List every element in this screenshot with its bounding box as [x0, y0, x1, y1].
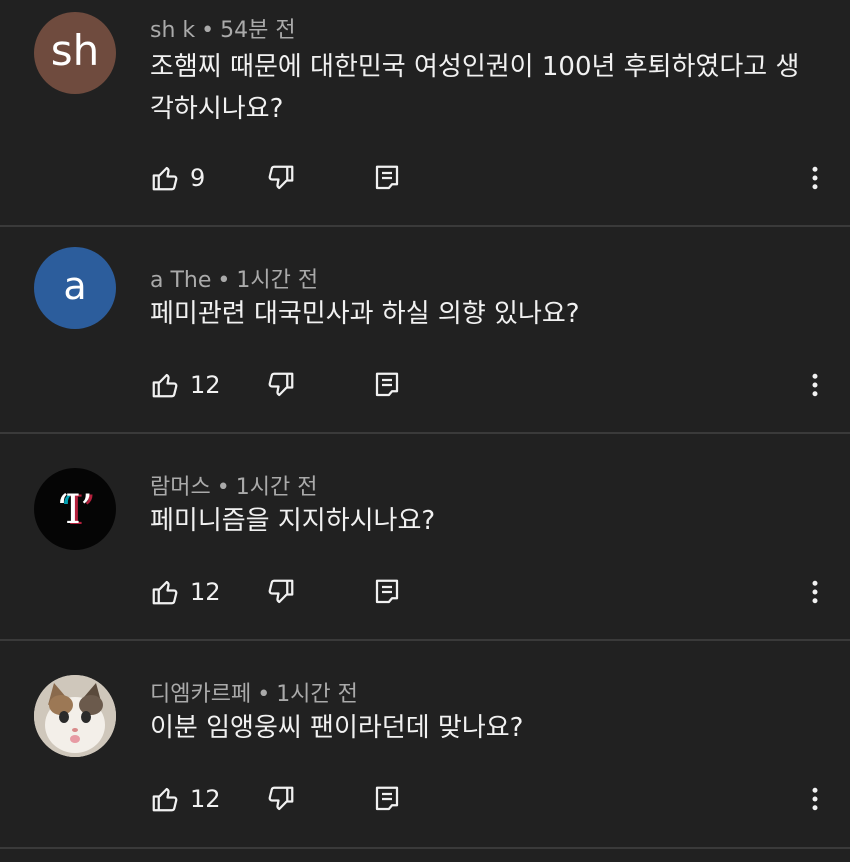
more-vert-icon — [812, 373, 818, 397]
reply-button[interactable] — [372, 779, 402, 819]
author-name[interactable]: a The — [150, 268, 211, 293]
like-button[interactable]: 12 — [150, 365, 221, 405]
comment-time[interactable]: 1시간 전 — [236, 475, 318, 500]
comment-actions: 12 — [150, 572, 850, 612]
thumb-down-icon — [268, 165, 294, 190]
like-count: 9 — [190, 164, 206, 192]
cat-avatar-image — [34, 675, 116, 757]
byline-separator: • — [217, 268, 231, 293]
comment-text: 페미관련 대국민사과 하실 의향 있나요? — [150, 299, 580, 329]
comment-actions: 12 — [150, 779, 850, 819]
avatar-initials: sh — [50, 26, 100, 75]
thumb-up-icon — [152, 580, 178, 605]
avatar[interactable]: sh — [34, 12, 116, 94]
comment-byline: 람머스 • 1시간 전 — [150, 469, 317, 501]
reply-button[interactable] — [372, 158, 402, 198]
comment-byline: 디엠카르페 • 1시간 전 — [150, 676, 358, 708]
reply-icon — [375, 165, 399, 190]
dislike-button[interactable] — [266, 779, 296, 819]
thumb-down-icon — [268, 579, 294, 604]
author-name[interactable]: sh k — [150, 18, 195, 43]
dislike-button[interactable] — [266, 158, 296, 198]
comment-byline: sh k • 54분 전 — [150, 12, 296, 44]
more-options-button[interactable] — [800, 365, 830, 405]
like-button[interactable]: 9 — [150, 158, 205, 198]
like-button[interactable]: 12 — [150, 572, 221, 612]
byline-separator: • — [257, 682, 271, 707]
author-name[interactable]: 람머스 — [150, 475, 211, 500]
reply-icon — [375, 372, 399, 397]
comment-item: a a The • 1시간 전 페미관련 대국민사과 하실 의향 있나요? 12 — [0, 227, 850, 434]
thumb-up-icon — [152, 787, 178, 812]
like-count: 12 — [190, 578, 221, 606]
thumb-down-icon — [268, 372, 294, 397]
author-name[interactable]: 디엠카르페 — [150, 682, 251, 707]
reply-button[interactable] — [372, 572, 402, 612]
svg-text:‘: ‘ — [56, 487, 69, 533]
thumb-up-icon — [152, 373, 178, 398]
more-vert-icon — [812, 787, 818, 811]
thumb-up-icon — [152, 166, 178, 191]
comment-time[interactable]: 1시간 전 — [276, 682, 358, 707]
reply-icon — [375, 786, 399, 811]
more-options-button[interactable] — [800, 158, 830, 198]
comment-item: ‘ ’ I I ‘ ’ 람머스 • 1시간 전 페미니즘을 지지하시나요? 12 — [0, 434, 850, 641]
like-count: 12 — [190, 785, 221, 813]
avatar-initials: a — [63, 264, 87, 308]
reply-button[interactable] — [372, 365, 402, 405]
comment-text: 페미니즘을 지지하시나요? — [150, 506, 436, 536]
comment-actions: 12 — [150, 365, 850, 405]
comment-text: 조햄찌 때문에 대한민국 여성인권이 100년 후퇴하였다고 생각하시나요? — [150, 52, 800, 124]
like-button[interactable]: 12 — [150, 779, 221, 819]
comment-time[interactable]: 54분 전 — [220, 18, 295, 43]
svg-text:’: ’ — [80, 487, 93, 533]
byline-separator: • — [216, 475, 230, 500]
comment-item: sh sh k • 54분 전 조햄찌 때문에 대한민국 여성인권이 100년 후퇴… — [0, 0, 850, 227]
comment-byline: a The • 1시간 전 — [150, 262, 318, 294]
comment-actions: 9 — [150, 158, 850, 198]
reply-icon — [375, 579, 399, 604]
avatar[interactable]: ‘ ’ I I ‘ ’ — [34, 468, 116, 550]
comment-text: 이분 임앵웅씨 팬이라던데 맞나요? — [150, 713, 524, 743]
avatar[interactable]: a — [34, 247, 116, 329]
more-options-button[interactable] — [800, 779, 830, 819]
avatar[interactable] — [34, 675, 116, 757]
more-vert-icon — [812, 166, 818, 190]
dislike-button[interactable] — [266, 572, 296, 612]
comment-time[interactable]: 1시간 전 — [236, 268, 318, 293]
thumb-down-icon — [268, 786, 294, 811]
more-options-button[interactable] — [800, 572, 830, 612]
comment-item: 디엠카르페 • 1시간 전 이분 임앵웅씨 팬이라던데 맞나요? 12 — [0, 641, 850, 849]
byline-separator: • — [201, 18, 215, 43]
dislike-button[interactable] — [266, 365, 296, 405]
avatar-logo: ‘ ’ I I ‘ ’ — [56, 487, 96, 534]
more-vert-icon — [812, 580, 818, 604]
like-count: 12 — [190, 371, 221, 399]
